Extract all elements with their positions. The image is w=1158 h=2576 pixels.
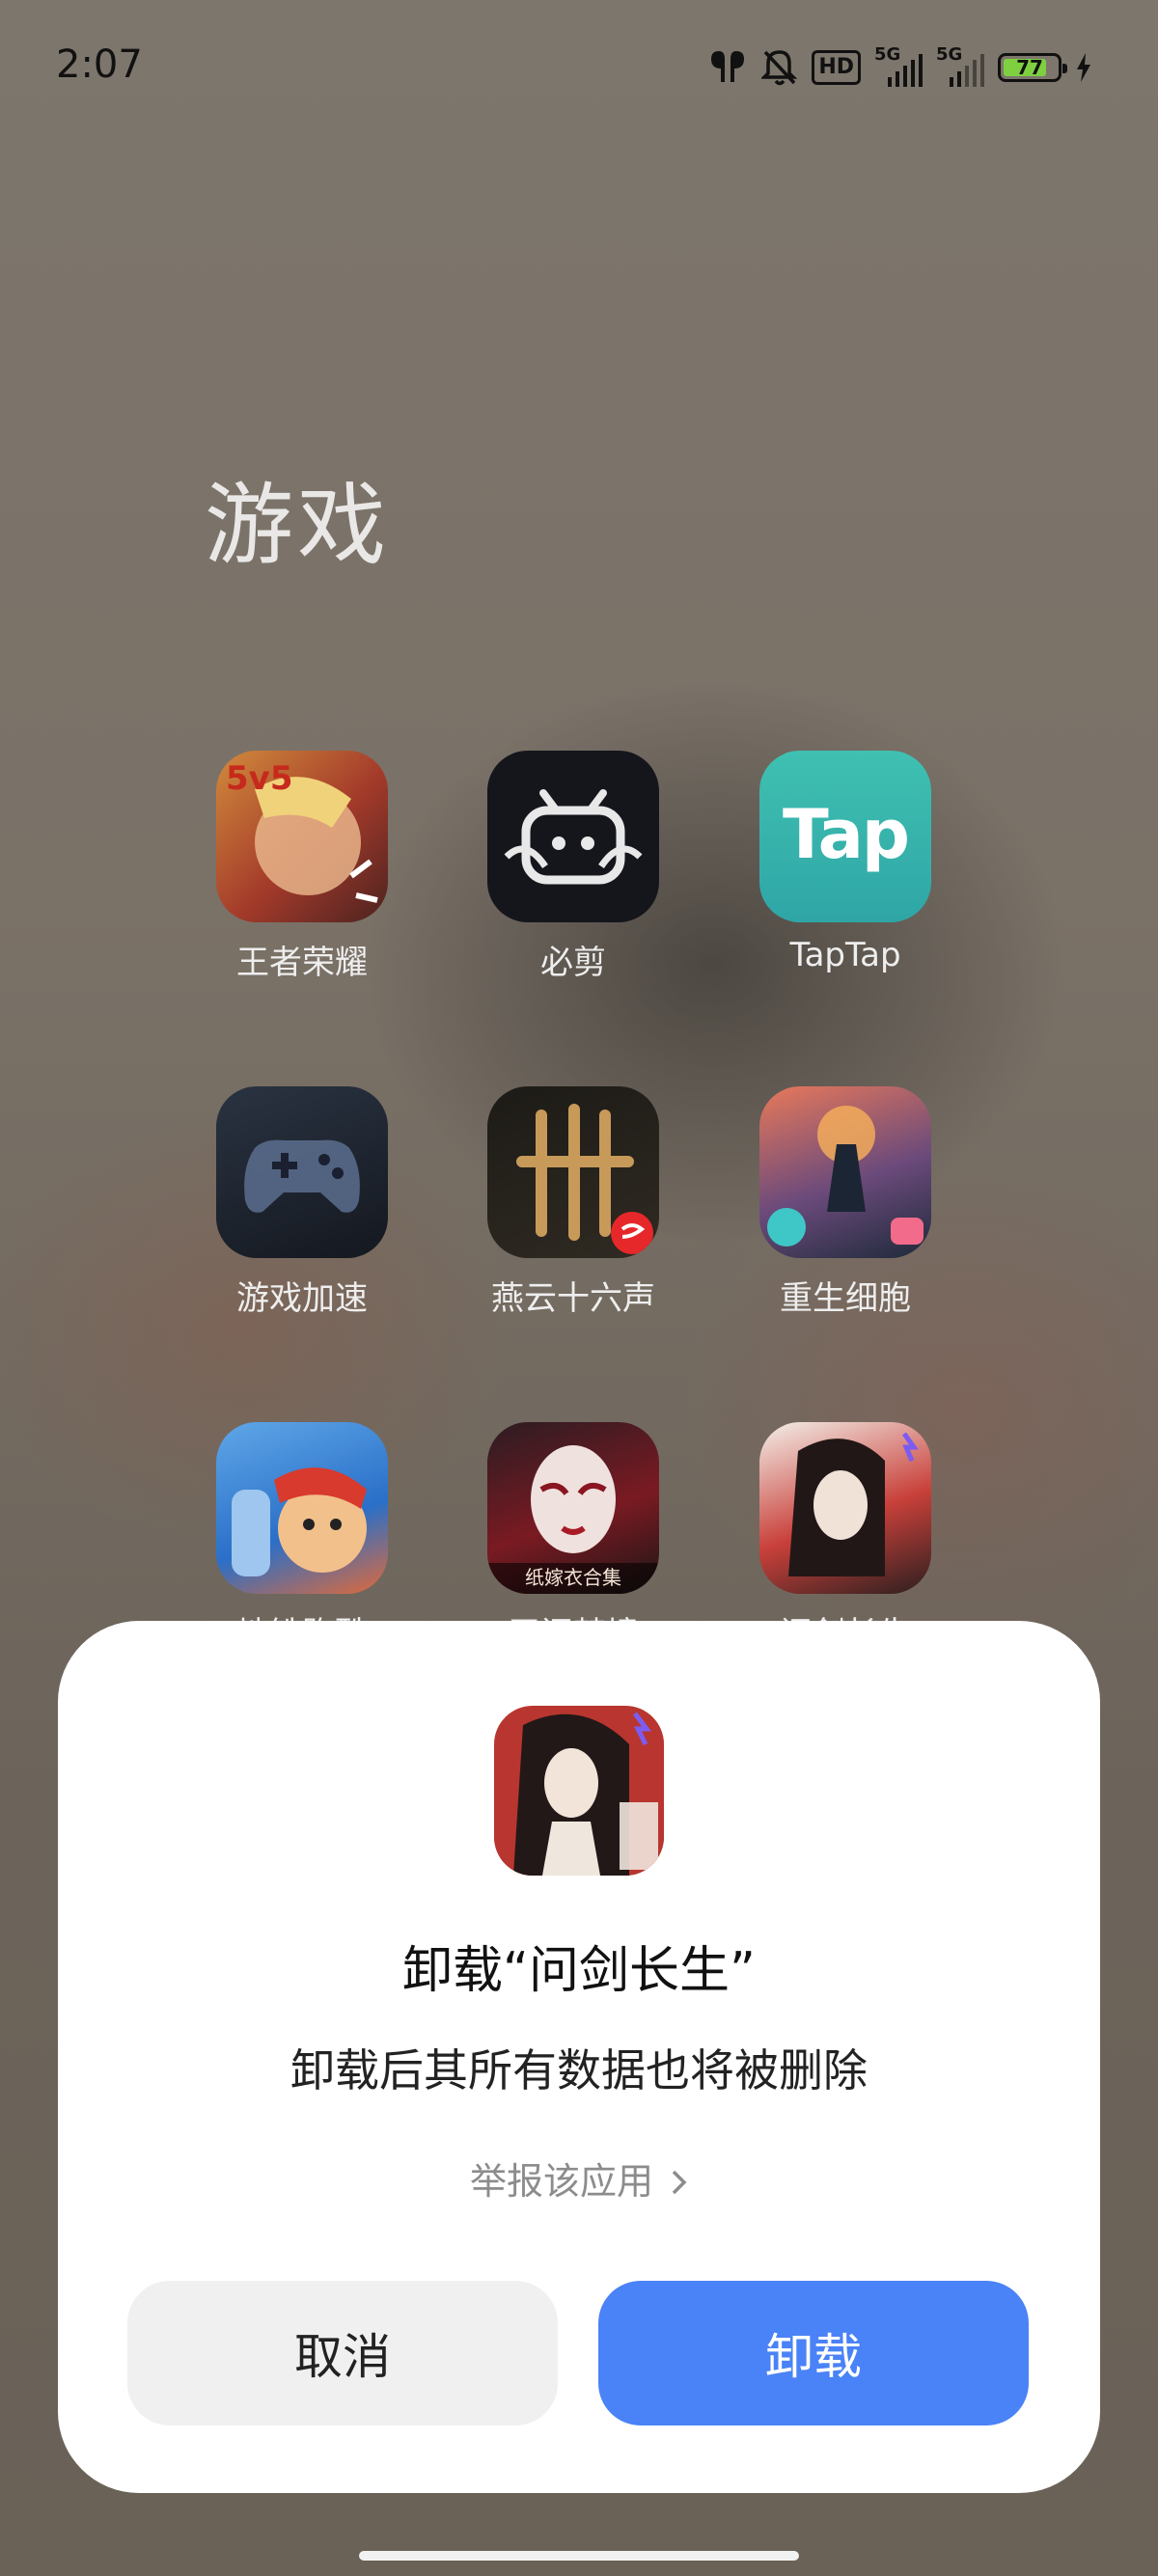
folder-title: 游戏	[205, 474, 391, 577]
app-label: 王者荣耀	[236, 944, 368, 982]
report-link-label: 举报该应用	[469, 2160, 653, 2203]
app-bijian[interactable]: 必剪	[457, 751, 689, 983]
opera-mask-icon: 纸嫁衣合集	[487, 1422, 659, 1594]
dialog-title: 卸载“问剑长生”	[402, 1942, 756, 2000]
app-label: 重生细胞	[780, 1279, 911, 1318]
dialog-description: 卸载后其所有数据也将被删除	[290, 2044, 868, 2096]
uninstall-dialog: 卸载“问剑长生” 卸载后其所有数据也将被删除 举报该应用 取消 卸载	[58, 1621, 1100, 2493]
app-game-booster[interactable]: 游戏加速	[186, 1086, 418, 1319]
chevron-right-icon	[671, 2163, 688, 2206]
app-honor-of-kings[interactable]: 5v5 王者荣耀	[186, 751, 418, 983]
earbuds-icon	[707, 49, 748, 86]
bijian-icon	[487, 751, 659, 922]
app-opera[interactable]: 纸嫁衣合集 无间梦境	[457, 1422, 689, 1655]
status-time: 2:07	[56, 42, 143, 87]
charging-icon	[1075, 53, 1092, 82]
taptap-icon: Tap	[759, 751, 931, 922]
yanyun-icon	[487, 1086, 659, 1258]
honor-of-kings-icon: 5v5	[216, 751, 388, 922]
signal-icon: 5G	[874, 44, 923, 87]
app-icon	[494, 1706, 664, 1876]
hd-icon: HD	[812, 50, 861, 85]
app-dead-cells[interactable]: 重生细胞	[730, 1086, 961, 1319]
app-label: 燕云十六声	[491, 1279, 655, 1318]
home-indicator[interactable]	[359, 2551, 799, 2561]
app-wenjian[interactable]: 问剑长生	[730, 1422, 961, 1655]
report-app-link[interactable]: 举报该应用	[58, 2151, 1100, 2206]
mute-bell-icon	[761, 48, 798, 87]
dead-cells-icon	[759, 1086, 931, 1258]
cancel-button[interactable]: 取消	[127, 2281, 558, 2425]
svg-text:5v5: 5v5	[226, 759, 292, 798]
status-icons: HD 5G 5G 77	[707, 44, 1092, 91]
app-label: 必剪	[540, 944, 606, 982]
battery-icon: 77	[998, 53, 1067, 82]
signal-icon: 5G	[936, 44, 984, 87]
gamepad-icon	[216, 1086, 388, 1258]
app-taptap[interactable]: Tap TapTap	[730, 751, 961, 974]
app-subway-surfers[interactable]: 地铁跑酷	[186, 1422, 418, 1655]
app-label: 游戏加速	[236, 1279, 368, 1318]
uninstall-button[interactable]: 卸载	[598, 2281, 1029, 2425]
app-yanyun[interactable]: 燕云十六声	[457, 1086, 689, 1319]
subway-surfers-icon	[216, 1422, 388, 1594]
status-bar: 2:07 HD 5G 5G 77	[0, 0, 1158, 135]
wenjian-icon	[759, 1422, 931, 1594]
app-label: TapTap	[789, 936, 901, 974]
